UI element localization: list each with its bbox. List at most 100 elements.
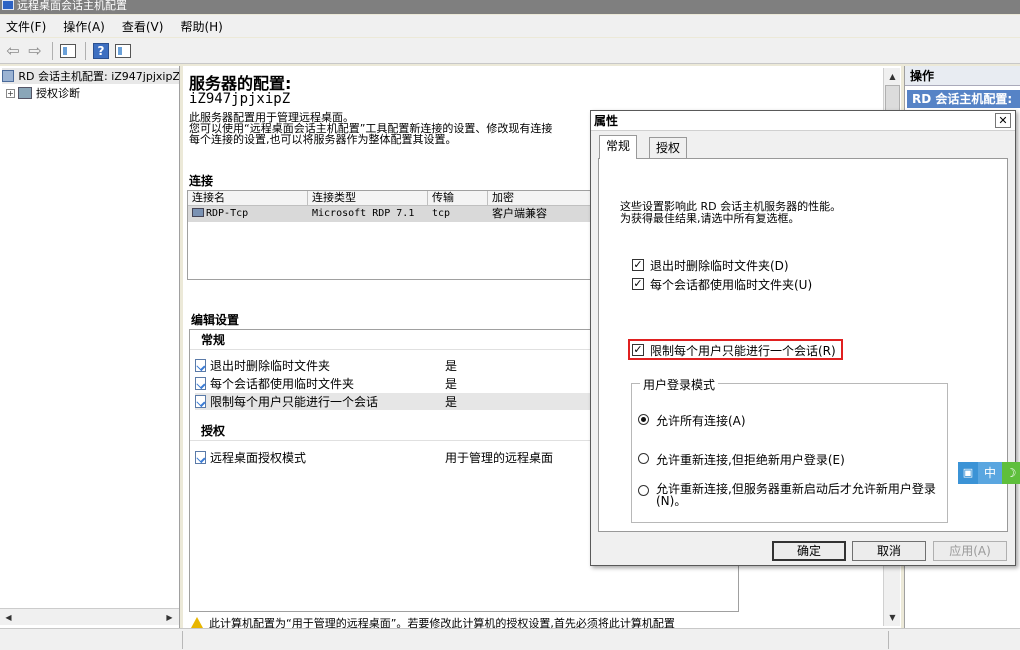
connections-list: 连接名 连接类型 传输 加密 RDP-Tcp Microsoft RDP 7.1… xyxy=(187,190,597,280)
window-title: 远程桌面会话主机配置 xyxy=(17,0,127,12)
highlight-box xyxy=(628,339,843,360)
show-hide-tree-button[interactable] xyxy=(58,41,78,61)
connections-heading: 连接 xyxy=(189,174,214,188)
tree-item-label: RD 会话主机配置: iZ947jpjxipZ xyxy=(18,70,180,83)
logon-mode-group: 用户登录模式 允许所有连接(A) 允许重新连接,但拒绝新用户登录(E) 允许重新… xyxy=(631,376,948,523)
radio-unselected-icon[interactable] xyxy=(638,453,649,464)
checkbox-label: 退出时删除临时文件夹(D) xyxy=(650,258,789,273)
close-icon[interactable]: ✕ xyxy=(995,113,1011,128)
console-tree-icon xyxy=(60,43,76,58)
connections-header: 连接名 连接类型 传输 加密 xyxy=(188,191,596,206)
setting-licensing-mode[interactable]: 远程桌面授权模式 用于管理的远程桌面 xyxy=(195,449,595,466)
connection-name-cell: RDP-Tcp xyxy=(188,206,308,222)
setting-label: 限制每个用户只能进行一个会话 xyxy=(210,395,379,409)
ime-indicator[interactable]: ▣ 中 ☽ xyxy=(958,462,1020,484)
forward-arrow-icon[interactable]: ⇨ xyxy=(25,41,45,61)
radio-label: 允许重新连接,但服务器重新启动后才允许新用户登录(N)。 xyxy=(656,482,936,508)
column-header-type[interactable]: 连接类型 xyxy=(308,191,428,205)
menu-help[interactable]: 帮助(H) xyxy=(180,18,222,35)
radio-allow-all[interactable]: 允许所有连接(A) xyxy=(638,412,746,429)
scroll-left-icon[interactable]: ◀ xyxy=(1,610,16,625)
tab-general[interactable]: 常规 xyxy=(599,135,638,159)
description-line: 为获得最佳结果,请选中所有复选框。 xyxy=(620,212,800,225)
action-pane-icon xyxy=(115,43,131,58)
table-row[interactable]: RDP-Tcp Microsoft RDP 7.1 tcp 客户端兼容 xyxy=(188,206,596,222)
moon-icon[interactable]: ☽ xyxy=(1002,462,1020,484)
setting-value: 是 xyxy=(445,395,458,409)
menu-file[interactable]: 文件(F) xyxy=(6,18,46,35)
warning-icon xyxy=(191,617,203,628)
pane-description: 此服务器配置用于管理远程桌面。 您可以使用“远程桌面会话主机配置”工具配置新连接… xyxy=(189,112,609,145)
logon-mode-legend: 用户登录模式 xyxy=(640,376,719,393)
checkbox-checked-icon[interactable]: ✓ xyxy=(632,278,644,290)
setting-temp-folder-per-session[interactable]: 每个会话都使用临时文件夹 是 xyxy=(195,375,595,392)
setting-label: 每个会话都使用临时文件夹 xyxy=(210,377,355,391)
radio-selected-icon[interactable] xyxy=(638,414,649,425)
connection-encryption-cell: 客户端兼容 xyxy=(492,207,547,220)
ok-button[interactable]: 确定 xyxy=(772,541,846,561)
setting-value: 是 xyxy=(445,377,458,391)
tab-licensing[interactable]: 授权 xyxy=(649,137,688,158)
tree-item-license-diagnosis[interactable]: + 授权诊断 xyxy=(6,85,80,101)
warning-text: 此计算机配置为“用于管理的远程桌面”。若要修改此计算机的授权设置,首先必须将此计… xyxy=(209,617,675,628)
setting-value: 是 xyxy=(445,359,458,373)
server-icon xyxy=(2,70,15,82)
status-separator xyxy=(182,631,183,649)
general-tab-panel: 这些设置影响此 RD 会话主机服务器的性能。 为获得最佳结果,请选中所有复选框。… xyxy=(598,158,1008,532)
checkbox-temp-folder-per-session[interactable]: ✓ 每个会话都使用临时文件夹(U) xyxy=(632,276,812,292)
status-bar xyxy=(0,628,1020,650)
radio-label: 允许所有连接(A) xyxy=(656,414,746,428)
connection-type-cell: Microsoft RDP 7.1 xyxy=(312,208,415,219)
tree-item-label: 授权诊断 xyxy=(36,87,80,100)
setting-label: 远程桌面授权模式 xyxy=(210,451,307,465)
toolbar-separator xyxy=(52,41,53,60)
ime-mode[interactable]: 中 xyxy=(978,462,1002,484)
server-name: iZ947jpjxipZ xyxy=(189,91,291,107)
help-icon: ? xyxy=(93,42,109,59)
menu-action[interactable]: 操作(A) xyxy=(63,18,105,35)
scroll-right-icon[interactable]: ▶ xyxy=(162,610,177,625)
diagnosis-icon xyxy=(18,87,32,99)
tree-item-rd-host[interactable]: RD 会话主机配置: iZ947jpjxipZ xyxy=(2,68,180,84)
tree-horizontal-scrollbar[interactable]: ◀ ▶ xyxy=(0,608,179,625)
status-separator xyxy=(888,631,889,649)
radio-allow-reconnect-until-restart[interactable]: 允许重新连接,但服务器重新启动后才允许新用户登录(N)。 xyxy=(638,483,938,507)
ime-logo-icon[interactable]: ▣ xyxy=(958,462,978,484)
dialog-title: 属性 xyxy=(591,111,1015,131)
checkbox-checked-icon[interactable]: ✓ xyxy=(632,259,644,271)
menu-view[interactable]: 查看(V) xyxy=(122,18,164,35)
help-button[interactable]: ? xyxy=(91,41,111,61)
column-header-name[interactable]: 连接名 xyxy=(188,191,308,205)
radio-unselected-icon[interactable] xyxy=(638,485,649,496)
toolbar-separator xyxy=(85,41,86,60)
setting-icon xyxy=(195,451,206,464)
connection-icon xyxy=(192,208,204,217)
expand-icon[interactable]: + xyxy=(6,88,15,98)
menu-bar: 文件(F) 操作(A) 查看(V) 帮助(H) xyxy=(0,15,1020,37)
setting-single-session-per-user[interactable]: 限制每个用户只能进行一个会话 是 xyxy=(195,393,595,410)
actions-heading: 操作 xyxy=(905,66,1020,86)
setting-delete-temp-folders[interactable]: 退出时删除临时文件夹 是 xyxy=(195,357,595,374)
window-titlebar: 远程桌面会话主机配置 xyxy=(0,0,1020,14)
licensing-warning: 此计算机配置为“用于管理的远程桌面”。若要修改此计算机的授权设置,首先必须将此计… xyxy=(191,615,675,628)
connection-name: RDP-Tcp xyxy=(206,208,249,219)
setting-label: 退出时删除临时文件夹 xyxy=(210,359,331,373)
action-item-rd-host[interactable]: RD 会话主机配置: xyxy=(907,90,1020,108)
edit-settings-heading: 编辑设置 xyxy=(191,313,240,327)
scroll-down-icon[interactable]: ▼ xyxy=(885,610,900,625)
toolbar: ⇦ ⇨ ? xyxy=(0,38,1020,64)
cancel-button[interactable]: 取消 xyxy=(852,541,926,561)
column-header-encryption[interactable]: 加密 xyxy=(488,191,596,205)
column-header-transport[interactable]: 传输 xyxy=(428,191,488,205)
scroll-up-icon[interactable]: ▲ xyxy=(885,69,900,84)
properties-dialog: 属性 ✕ 常规 授权 这些设置影响此 RD 会话主机服务器的性能。 为获得最佳结… xyxy=(590,110,1016,566)
back-arrow-icon[interactable]: ⇦ xyxy=(3,41,23,61)
apply-button[interactable]: 应用(A) xyxy=(933,541,1007,561)
setting-icon xyxy=(195,377,206,390)
checkbox-delete-temp-folders[interactable]: ✓ 退出时删除临时文件夹(D) xyxy=(632,257,789,273)
app-icon xyxy=(2,0,14,10)
show-hide-action-pane-button[interactable] xyxy=(113,41,133,61)
checkbox-label: 每个会话都使用临时文件夹(U) xyxy=(650,277,813,292)
radio-allow-reconnect-deny-new[interactable]: 允许重新连接,但拒绝新用户登录(E) xyxy=(638,451,845,468)
setting-icon xyxy=(195,359,206,372)
